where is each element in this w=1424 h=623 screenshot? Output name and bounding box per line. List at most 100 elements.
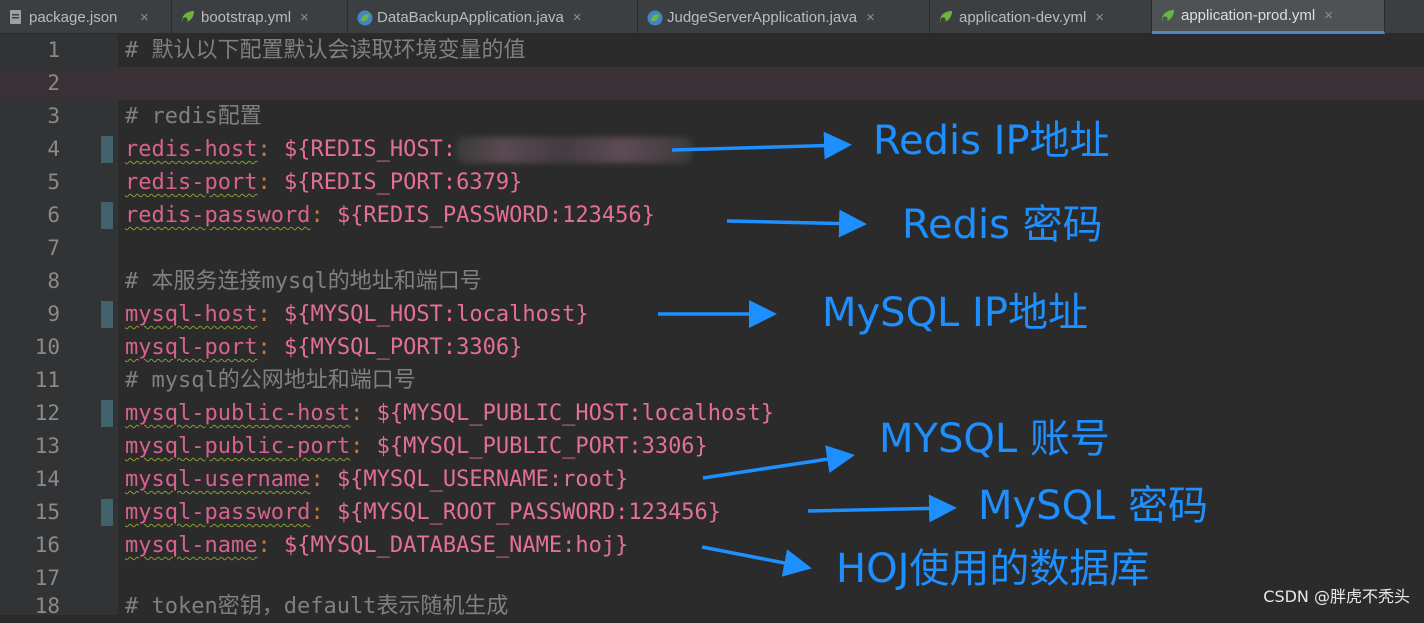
- yaml-value: ${MYSQL_PUBLIC_HOST:localhost}: [376, 401, 775, 426]
- yaml-value: ${MYSQL_PUBLIC_PORT:3306}: [376, 434, 708, 459]
- code-line[interactable]: 7: [0, 232, 1424, 265]
- yaml-value: ${REDIS_PORT:6379}: [283, 170, 523, 195]
- change-marker: [101, 202, 113, 229]
- line-number: 7: [47, 236, 60, 260]
- line-number: 14: [34, 467, 60, 491]
- spring-boot-app-icon: [356, 9, 373, 26]
- yaml-value: ${MYSQL_HOST:localhost}: [283, 302, 589, 327]
- yaml-key: mysql-port: [125, 335, 258, 360]
- yaml-comment: # mysql的公网地址和端口号: [125, 368, 416, 393]
- yaml-separator: :: [350, 434, 377, 459]
- code-line[interactable]: 16 mysql-name: ${MYSQL_DATABASE_NAME:hoj…: [0, 529, 1424, 562]
- yaml-comment: # token密钥，default表示随机生成: [125, 594, 509, 619]
- code-line[interactable]: 18 # token密钥，default表示随机生成: [0, 590, 1424, 623]
- yaml-separator: :: [310, 500, 337, 525]
- tab-application-prod-yml[interactable]: application-prod.yml ×: [1152, 0, 1385, 34]
- yaml-separator: :: [350, 401, 377, 426]
- code-line[interactable]: 4 redis-host: ${REDIS_HOST:: [0, 133, 1424, 166]
- yaml-separator: :: [310, 467, 337, 492]
- change-marker: [101, 136, 113, 163]
- yaml-key: mysql-public-host: [125, 401, 351, 426]
- close-icon[interactable]: ×: [300, 9, 309, 26]
- yaml-key: mysql-name: [125, 533, 258, 558]
- line-number: 18: [34, 594, 60, 618]
- spring-yaml-icon: [938, 9, 954, 25]
- yaml-separator: :: [310, 203, 337, 228]
- yaml-separator: :: [257, 533, 284, 558]
- code-line[interactable]: 8 # 本服务连接mysql的地址和端口号: [0, 265, 1424, 298]
- yaml-entry: mysql-password: ${MYSQL_ROOT_PASSWORD:12…: [125, 496, 721, 529]
- yaml-entry: redis-password: ${REDIS_PASSWORD:123456}: [125, 199, 655, 232]
- tab-databackupapplication-java[interactable]: DataBackupApplication.java ×: [348, 0, 638, 34]
- yaml-entry: mysql-host: ${MYSQL_HOST:localhost}: [125, 298, 589, 331]
- yaml-comment: # redis配置: [125, 104, 262, 129]
- line-number: 8: [47, 269, 60, 293]
- change-marker: [101, 301, 113, 328]
- yaml-entry: mysql-name: ${MYSQL_DATABASE_NAME:hoj}: [125, 529, 628, 562]
- spring-boot-app-icon: [646, 9, 663, 26]
- code-line[interactable]: 5 redis-port: ${REDIS_PORT:6379}: [0, 166, 1424, 199]
- code-line[interactable]: 6 redis-password: ${REDIS_PASSWORD:12345…: [0, 199, 1424, 232]
- tab-package-json[interactable]: package.json ×: [0, 0, 172, 34]
- yaml-key: mysql-username: [125, 467, 311, 492]
- code-line[interactable]: 13 mysql-public-port: ${MYSQL_PUBLIC_POR…: [0, 430, 1424, 463]
- tab-judgeserverapplication-java[interactable]: JudgeServerApplication.java ×: [638, 0, 930, 34]
- tab-label: bootstrap.yml: [201, 8, 292, 26]
- yaml-key: mysql-public-port: [125, 434, 351, 459]
- code-line[interactable]: 1 # 默认以下配置默认会读取环境变量的值: [0, 34, 1424, 67]
- code-line[interactable]: 10 mysql-port: ${MYSQL_PORT:3306}: [0, 331, 1424, 364]
- close-icon[interactable]: ×: [1324, 7, 1333, 24]
- code-line[interactable]: 12 mysql-public-host: ${MYSQL_PUBLIC_HOS…: [0, 397, 1424, 430]
- annotation-mysql-ip: MySQL IP地址: [822, 290, 1088, 336]
- annotation-redis-ip: Redis IP地址: [873, 118, 1110, 164]
- change-marker: [101, 400, 113, 427]
- tab-bootstrap-yml[interactable]: bootstrap.yml ×: [172, 0, 348, 34]
- yaml-comment: # 默认以下配置默认会读取环境变量的值: [125, 38, 526, 63]
- line-number: 3: [47, 104, 60, 128]
- yaml-key: redis-host: [125, 137, 258, 162]
- code-line[interactable]: 3 # redis配置: [0, 100, 1424, 133]
- close-icon[interactable]: ×: [140, 9, 149, 26]
- yaml-value: ${MYSQL_ROOT_PASSWORD:123456}: [336, 500, 722, 525]
- watermark: CSDN @胖虎不秃头: [1263, 587, 1410, 606]
- line-number: 12: [34, 401, 60, 425]
- yaml-separator: :: [257, 170, 284, 195]
- line-number: 9: [47, 302, 60, 326]
- tab-label: DataBackupApplication.java: [377, 8, 564, 26]
- yaml-key: redis-password: [125, 203, 311, 228]
- line-number: 10: [34, 335, 60, 359]
- tab-label: application-dev.yml: [959, 8, 1087, 26]
- code-line[interactable]: 14 mysql-username: ${MYSQL_USERNAME:root…: [0, 463, 1424, 496]
- yaml-entry: mysql-port: ${MYSQL_PORT:3306}: [125, 331, 522, 364]
- editor-tab-bar: package.json × bootstrap.yml × DataBacku…: [0, 0, 1424, 34]
- yaml-separator: :: [257, 302, 284, 327]
- spring-yaml-icon: [1160, 8, 1176, 24]
- line-number: 13: [34, 434, 60, 458]
- code-line[interactable]: 11 # mysql的公网地址和端口号: [0, 364, 1424, 397]
- annotation-redis-password: Redis 密码: [902, 202, 1103, 248]
- redacted-value: [456, 137, 693, 163]
- close-icon[interactable]: ×: [1095, 9, 1104, 26]
- close-icon[interactable]: ×: [573, 9, 582, 26]
- close-icon[interactable]: ×: [866, 9, 875, 26]
- annotation-hoj-database: HOJ使用的数据库: [836, 546, 1150, 592]
- yaml-comment: # 本服务连接mysql的地址和端口号: [125, 269, 482, 294]
- code-line[interactable]: 9 mysql-host: ${MYSQL_HOST:localhost}: [0, 298, 1424, 331]
- tab-label: JudgeServerApplication.java: [667, 8, 858, 26]
- tab-application-dev-yml[interactable]: application-dev.yml ×: [930, 0, 1152, 34]
- code-line[interactable]: 15 mysql-password: ${MYSQL_ROOT_PASSWORD…: [0, 496, 1424, 529]
- yaml-key: redis-port: [125, 170, 258, 195]
- change-marker: [101, 499, 113, 526]
- yaml-entry: mysql-username: ${MYSQL_USERNAME:root}: [125, 463, 628, 496]
- tab-label: package.json: [29, 8, 118, 26]
- code-line-current[interactable]: 2: [0, 67, 1424, 100]
- line-number: 15: [34, 500, 60, 524]
- annotation-mysql-username: MYSQL 账号: [879, 416, 1110, 462]
- yaml-separator: :: [257, 335, 284, 360]
- yaml-value: ${MYSQL_PORT:3306}: [283, 335, 523, 360]
- yaml-value: ${MYSQL_USERNAME:root}: [336, 467, 629, 492]
- yaml-value: ${REDIS_HOST:: [283, 137, 457, 162]
- yaml-entry: redis-port: ${REDIS_PORT:6379}: [125, 166, 522, 199]
- yaml-key: mysql-host: [125, 302, 258, 327]
- line-number: 6: [47, 203, 60, 227]
